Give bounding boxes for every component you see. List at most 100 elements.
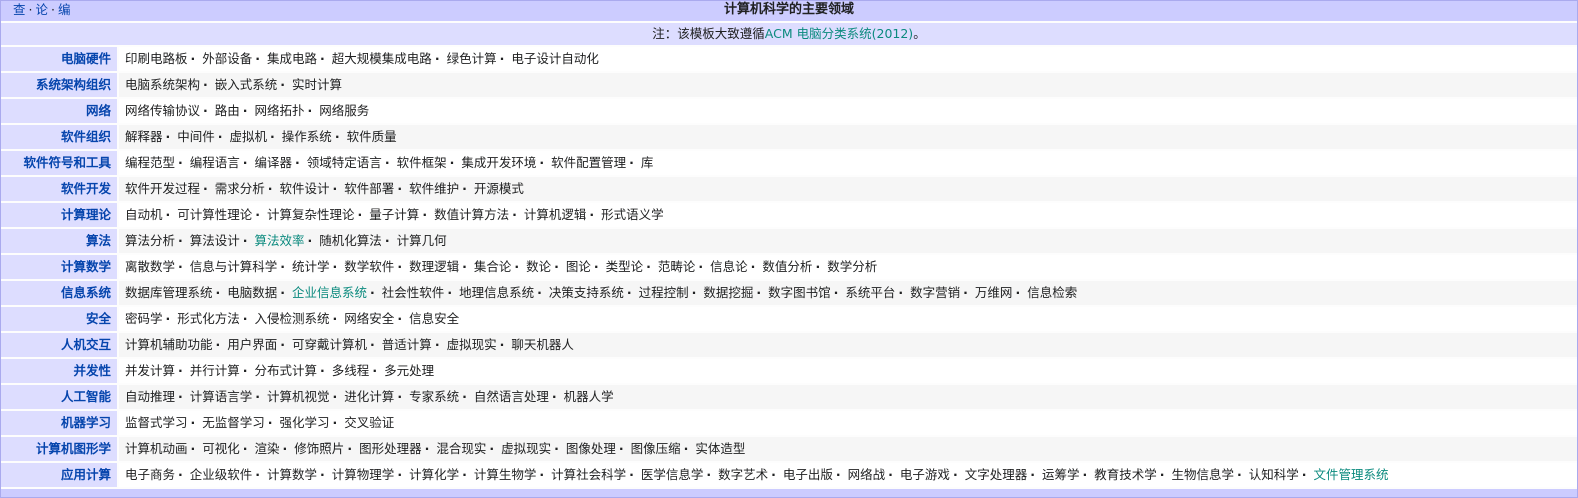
view-template-link[interactable]: 查	[13, 2, 26, 17]
list-item-link[interactable]: 企业信息系统	[292, 285, 367, 300]
list-item-link[interactable]: 分布式计算	[255, 363, 318, 378]
list-item-link[interactable]: 范畴论	[658, 259, 696, 274]
list-item-link[interactable]: 网络安全	[344, 311, 394, 326]
list-item-link[interactable]: 过程控制	[639, 285, 689, 300]
list-item-link[interactable]: 印刷电路板	[125, 51, 188, 66]
list-item-link[interactable]: 数理逻辑	[409, 259, 459, 274]
list-item-link[interactable]: 嵌入式系统	[215, 77, 278, 92]
list-item-link[interactable]: 聊天机器人	[511, 337, 574, 352]
list-item-link[interactable]: 信息安全	[409, 311, 459, 326]
list-item-link[interactable]: 修饰照片	[294, 441, 344, 456]
list-item-link[interactable]: 认知科学	[1249, 467, 1299, 482]
list-item-link[interactable]: 数字营销	[910, 285, 960, 300]
list-item-link[interactable]: 中间件	[177, 129, 215, 144]
list-item-link[interactable]: 量子计算	[369, 207, 419, 222]
list-item-link[interactable]: 图像处理	[566, 441, 616, 456]
list-item-link[interactable]: 可计算性理论	[177, 207, 252, 222]
list-item-link[interactable]: 类型论	[606, 259, 644, 274]
list-item-link[interactable]: 编译器	[255, 155, 293, 170]
list-item-link[interactable]: 运筹学	[1042, 467, 1080, 482]
list-item-link[interactable]: 混合现实	[436, 441, 486, 456]
list-item-link[interactable]: 监督式学习	[125, 415, 188, 430]
list-item-link[interactable]: 密码学	[125, 311, 163, 326]
group-header[interactable]: 计算数学	[1, 255, 117, 279]
list-item-link[interactable]: 计算生物学	[474, 467, 537, 482]
list-item-link[interactable]: 电子设计自动化	[511, 51, 599, 66]
list-item-link[interactable]: 图形处理器	[359, 441, 422, 456]
list-item-link[interactable]: 自然语言处理	[474, 389, 549, 404]
group-header[interactable]: 信息系统	[1, 281, 117, 305]
group-header[interactable]: 计算理论	[1, 203, 117, 227]
list-item-link[interactable]: 开源模式	[474, 181, 524, 196]
list-item-link[interactable]: 系统平台	[845, 285, 895, 300]
list-item-link[interactable]: 软件维护	[409, 181, 459, 196]
list-item-link[interactable]: 信息论	[710, 259, 748, 274]
list-item-link[interactable]: 软件部署	[344, 181, 394, 196]
list-item-link[interactable]: 教育技术学	[1094, 467, 1157, 482]
list-item-link[interactable]: 虚拟机	[230, 129, 268, 144]
list-item-link[interactable]: 数据挖掘	[703, 285, 753, 300]
list-item-link[interactable]: 实体造型	[695, 441, 745, 456]
list-item-link[interactable]: 并发计算	[125, 363, 175, 378]
list-item-link[interactable]: 计算机动画	[125, 441, 188, 456]
list-item-link[interactable]: 交叉验证	[344, 415, 394, 430]
list-item-link[interactable]: 可视化	[202, 441, 240, 456]
list-item-link[interactable]: 实时计算	[292, 77, 342, 92]
list-item-link[interactable]: 网络战	[848, 467, 886, 482]
list-item-link[interactable]: 统计学	[292, 259, 330, 274]
list-item-link[interactable]: 集成开发环境	[461, 155, 536, 170]
list-item-link[interactable]: 网络传输协议	[125, 103, 200, 118]
group-header[interactable]: 人工智能	[1, 385, 117, 409]
list-item-link[interactable]: 网络拓扑	[255, 103, 305, 118]
edit-template-link[interactable]: 编	[58, 2, 71, 17]
list-item-link[interactable]: 软件设计	[280, 181, 330, 196]
list-item-link[interactable]: 信息检索	[1027, 285, 1077, 300]
list-item-link[interactable]: 无监督学习	[202, 415, 265, 430]
list-item-link[interactable]: 数学分析	[827, 259, 877, 274]
group-header[interactable]: 机器学习	[1, 411, 117, 435]
list-item-link[interactable]: 多线程	[332, 363, 370, 378]
list-item-link[interactable]: 编程范型	[125, 155, 175, 170]
acm-classification-link[interactable]: ACM 电脑分类系统(2012)	[765, 26, 913, 41]
list-item-link[interactable]: 计算物理学	[332, 467, 395, 482]
list-item-link[interactable]: 计算语言学	[190, 389, 253, 404]
list-item-link[interactable]: 计算化学	[409, 467, 459, 482]
group-header[interactable]: 软件开发	[1, 177, 117, 201]
list-item-link[interactable]: 图论	[566, 259, 591, 274]
group-header[interactable]: 安全	[1, 307, 117, 331]
list-item-link[interactable]: 网络服务	[319, 103, 369, 118]
list-item-link[interactable]: 万维网	[975, 285, 1013, 300]
list-item-link[interactable]: 领域特定语言	[307, 155, 382, 170]
list-item-link[interactable]: 形式语义学	[601, 207, 664, 222]
list-item-link[interactable]: 计算复杂性理论	[267, 207, 355, 222]
group-header[interactable]: 计算机图形学	[1, 437, 117, 461]
list-item-link[interactable]: 自动机	[125, 207, 163, 222]
list-item-link[interactable]: 电子商务	[125, 467, 175, 482]
list-item-link[interactable]: 普适计算	[382, 337, 432, 352]
list-item-link[interactable]: 文字处理器	[965, 467, 1028, 482]
list-item-link[interactable]: 算法分析	[125, 233, 175, 248]
list-item-link[interactable]: 地理信息系统	[459, 285, 534, 300]
list-item-link[interactable]: 数论	[526, 259, 551, 274]
group-header[interactable]: 人机交互	[1, 333, 117, 357]
list-item-link[interactable]: 强化学习	[280, 415, 330, 430]
list-item-link[interactable]: 数字艺术	[718, 467, 768, 482]
list-item-link[interactable]: 数值计算方法	[434, 207, 509, 222]
list-item-link[interactable]: 集成电路	[267, 51, 317, 66]
list-item-link[interactable]: 计算机视觉	[267, 389, 330, 404]
list-item-link[interactable]: 库	[641, 155, 654, 170]
list-item-link[interactable]: 计算机辅助功能	[125, 337, 213, 352]
list-item-link[interactable]: 虚拟现实	[501, 441, 551, 456]
list-item-link[interactable]: 路由	[215, 103, 240, 118]
list-item-link[interactable]: 外部设备	[202, 51, 252, 66]
talk-template-link[interactable]: 论	[36, 2, 49, 17]
list-item-link[interactable]: 软件配置管理	[551, 155, 626, 170]
list-item-link[interactable]: 电子游戏	[900, 467, 950, 482]
group-header[interactable]: 算法	[1, 229, 117, 253]
list-item-link[interactable]: 医学信息学	[641, 467, 704, 482]
list-item-link[interactable]: 信息与计算科学	[190, 259, 278, 274]
list-item-link[interactable]: 可穿戴计算机	[292, 337, 367, 352]
group-header[interactable]: 并发性	[1, 359, 117, 383]
list-item-link[interactable]: 算法效率	[255, 233, 305, 248]
list-item-link[interactable]: 编程语言	[190, 155, 240, 170]
